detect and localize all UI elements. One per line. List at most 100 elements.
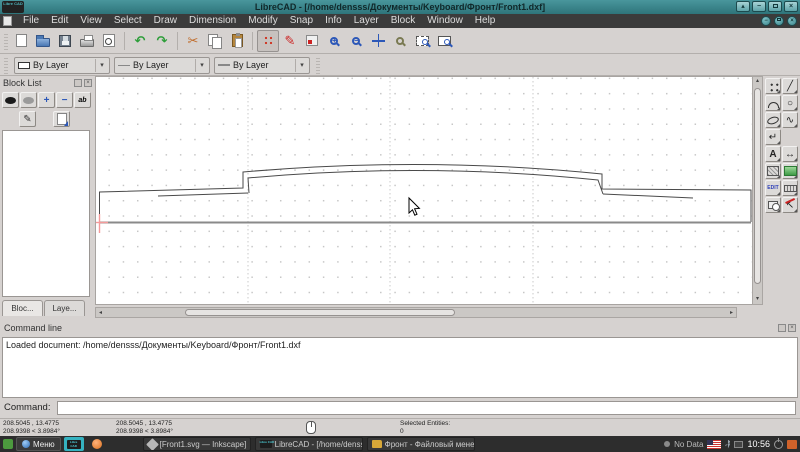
select-tool-button[interactable]: ↖ <box>782 197 798 213</box>
redo-button[interactable]: ↷ <box>151 30 173 52</box>
horizontal-scrollbar[interactable]: ◂ ▸ <box>95 307 737 318</box>
taskbar-window-inkscape[interactable]: [Front1.svg — Inkscape] <box>142 437 251 451</box>
mdi-restore-button[interactable] <box>774 16 784 26</box>
scroll-down-icon[interactable]: ▾ <box>753 295 762 304</box>
zoom-pan-button[interactable] <box>433 30 455 52</box>
librecad-launcher[interactable]: Libre CAD <box>63 437 84 451</box>
network-icon[interactable] <box>734 440 744 448</box>
block-tool-button[interactable] <box>765 197 781 213</box>
block-hide-button[interactable] <box>20 92 37 108</box>
taskbar-window-filemanager[interactable]: Фронт - Файловый менед... <box>366 437 475 451</box>
clock[interactable]: 10:56 <box>747 439 770 449</box>
us-flag-icon[interactable] <box>707 439 722 449</box>
menu-view[interactable]: View <box>74 14 108 28</box>
new-button[interactable] <box>10 30 32 52</box>
grid-toggle-button[interactable] <box>257 29 279 52</box>
zoom-previous-button[interactable] <box>389 30 411 52</box>
open-button[interactable] <box>32 30 54 52</box>
paste-button[interactable] <box>226 30 248 52</box>
dock-float-button[interactable] <box>74 79 82 87</box>
close-button[interactable]: × <box>784 1 798 12</box>
edit-tool-button[interactable]: EDIT <box>765 180 781 196</box>
taskbar-window-librecad[interactable]: Libre CAD LibreCAD - [/home/densss/... <box>254 437 363 451</box>
menu-select[interactable]: Select <box>108 14 148 28</box>
chevron-down-icon[interactable]: ▾ <box>295 58 308 72</box>
text-tool-button[interactable]: A <box>765 146 781 162</box>
scroll-left-icon[interactable]: ◂ <box>96 309 105 318</box>
block-attributes-button[interactable]: ab <box>74 92 91 108</box>
minimize-button[interactable]: − <box>752 1 766 12</box>
scroll-right-icon[interactable]: ▸ <box>727 309 736 318</box>
menu-window[interactable]: Window <box>421 14 469 28</box>
zoom-in-button[interactable]: + <box>323 30 345 52</box>
cut-button[interactable]: ✂ <box>182 30 204 52</box>
drawing-canvas[interactable] <box>95 76 753 305</box>
block-insert-button[interactable] <box>53 111 70 127</box>
linetype-combobox[interactable]: By Layer ▾ <box>214 56 310 74</box>
vertical-scroll-thumb[interactable] <box>754 88 761 284</box>
scroll-up-icon[interactable]: ▴ <box>753 77 762 86</box>
block-remove-button[interactable]: − <box>56 92 73 108</box>
toolbar-handle[interactable] <box>316 56 320 74</box>
line-tool-button[interactable]: ╱ <box>782 78 798 94</box>
menu-button[interactable]: Меню <box>16 437 61 451</box>
command-input[interactable] <box>57 401 796 415</box>
blender-launcher[interactable] <box>87 437 107 451</box>
undo-button[interactable]: ↶ <box>129 30 151 52</box>
redraw-button[interactable] <box>301 30 323 52</box>
zoom-out-button[interactable]: − <box>345 30 367 52</box>
menu-file[interactable]: File <box>17 14 45 28</box>
mdi-minimize-button[interactable]: − <box>761 16 771 26</box>
status-dot-icon[interactable] <box>664 441 671 447</box>
dock-close-button[interactable]: × <box>788 324 796 332</box>
power-icon[interactable] <box>774 437 783 449</box>
measure-tool-button[interactable] <box>782 180 798 196</box>
mdi-close-button[interactable]: × <box>787 16 797 26</box>
menu-info[interactable]: Info <box>319 14 348 28</box>
toolbar-handle[interactable] <box>4 31 8 50</box>
block-list[interactable] <box>2 130 90 297</box>
points-tool-button[interactable] <box>765 78 781 94</box>
restore-button[interactable] <box>768 1 782 12</box>
chevron-down-icon[interactable]: ▾ <box>95 58 108 72</box>
menu-layer[interactable]: Layer <box>348 14 385 28</box>
pen-toolbar-handle[interactable] <box>4 56 8 74</box>
arc-tool-button[interactable] <box>765 95 781 111</box>
color-combobox[interactable]: By Layer ▾ <box>14 56 110 74</box>
menu-draw[interactable]: Draw <box>148 14 183 28</box>
dock-close-button[interactable]: × <box>84 79 92 87</box>
menu-modify[interactable]: Modify <box>242 14 283 28</box>
horizontal-scroll-thumb[interactable] <box>185 309 455 316</box>
block-edit-button[interactable]: ✎ <box>19 111 36 127</box>
image-tool-button[interactable] <box>782 163 798 179</box>
menu-block[interactable]: Block <box>385 14 421 28</box>
menu-dimension[interactable]: Dimension <box>183 14 242 28</box>
chevron-down-icon[interactable]: ▾ <box>195 58 208 72</box>
tab-layer-list[interactable]: Laye... <box>44 300 85 316</box>
print-button[interactable] <box>76 30 98 52</box>
menu-help[interactable]: Help <box>469 14 502 28</box>
shade-button[interactable]: ▴ <box>736 1 750 12</box>
dimension-tool-button[interactable]: ↔ <box>782 146 798 162</box>
auto-zoom-button[interactable] <box>367 30 389 52</box>
dock-float-button[interactable] <box>778 324 786 332</box>
workspace-icon[interactable] <box>3 439 13 449</box>
circle-tool-button[interactable]: ○ <box>782 95 798 111</box>
vertical-scrollbar[interactable]: ▴ ▾ <box>752 76 763 305</box>
width-combobox[interactable]: By Layer ▾ <box>114 56 210 74</box>
save-button[interactable] <box>54 30 76 52</box>
block-show-button[interactable] <box>2 92 19 108</box>
zoom-window-button[interactable] <box>411 30 433 52</box>
tab-block-list[interactable]: Bloc... <box>2 300 43 316</box>
draft-pencil-button[interactable]: ✎ <box>279 30 301 52</box>
session-icon[interactable] <box>787 439 797 449</box>
ellipse-tool-button[interactable] <box>765 112 781 128</box>
command-history[interactable]: Loaded document: /home/densss/Документы/… <box>2 337 798 398</box>
menu-edit[interactable]: Edit <box>45 14 74 28</box>
polyline-tool-button[interactable]: ↵ <box>765 129 781 145</box>
menu-snap[interactable]: Snap <box>284 14 319 28</box>
block-add-button[interactable]: + <box>38 92 55 108</box>
hatch-tool-button[interactable] <box>765 163 781 179</box>
spline-tool-button[interactable]: ∿ <box>782 112 798 128</box>
bluetooth-icon[interactable] <box>725 439 731 449</box>
